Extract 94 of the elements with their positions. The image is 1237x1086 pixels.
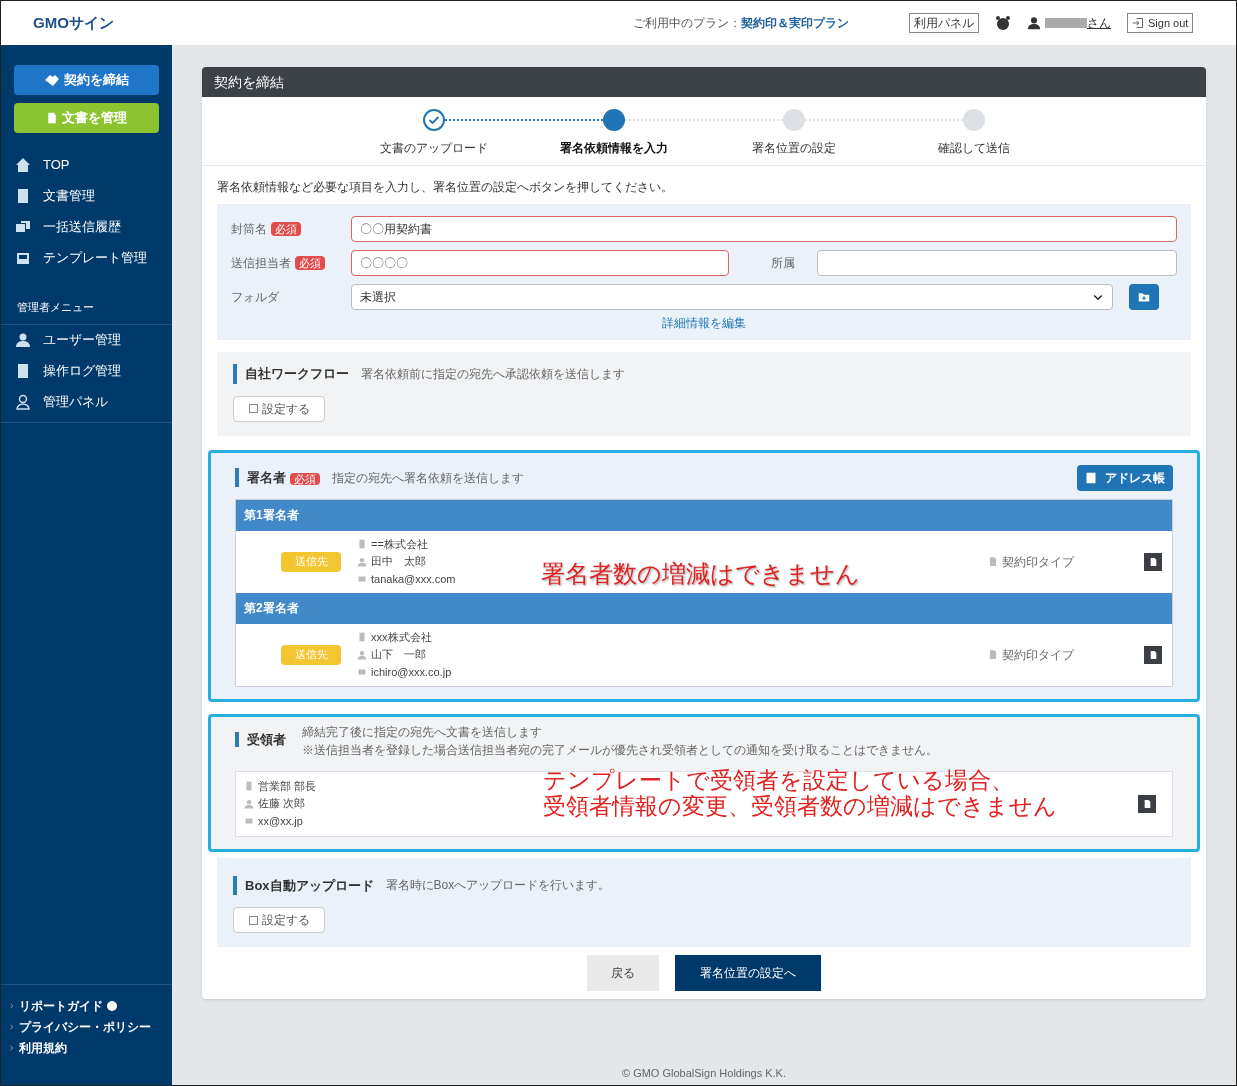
person-icon: [244, 798, 254, 809]
admin-menu-heading: 管理者メニュー: [1, 299, 172, 325]
document-icon: [46, 110, 58, 126]
section-title: Box自動アップロード: [233, 875, 374, 895]
chevron-right-icon: [9, 1023, 15, 1031]
next-button[interactable]: 署名位置の設定へ: [675, 955, 821, 991]
folder-plus-icon: [1136, 291, 1152, 303]
annotation-text: テンプレートで受領者を設定している場合、: [543, 766, 1015, 793]
user-name-redacted: [1045, 18, 1087, 28]
section-title: 受領者: [235, 731, 286, 747]
panel-button[interactable]: 利用パネル: [909, 13, 979, 33]
back-button[interactable]: 戻る: [587, 955, 659, 991]
sender-field[interactable]: 〇〇〇〇: [351, 250, 729, 276]
folder-select[interactable]: 未選択: [351, 284, 1113, 310]
document-icon: [988, 649, 998, 660]
sidebar-item[interactable]: 文書管理: [1, 180, 172, 211]
sidebar-item[interactable]: 一括送信履歴: [1, 211, 172, 242]
sign-out-icon: [1132, 17, 1144, 29]
company-name: xxx株式会社: [371, 629, 432, 645]
card-title: 契約を締結: [202, 67, 1206, 97]
field-label: フォルダ: [231, 289, 280, 306]
person-icon: [357, 649, 367, 660]
document-icon: [15, 187, 31, 204]
envelope-name-field[interactable]: 〇〇用契約書: [351, 216, 1177, 242]
footer-link[interactable]: プライバシー・ポリシー: [19, 1018, 151, 1036]
person-name: 田中 太郎: [371, 554, 426, 570]
section-description: 署名依頼前に指定の宛先へ承認依頼を送信します: [361, 365, 625, 383]
copyright-text: © GMO GlobalSign Holdings K.K.: [622, 1065, 786, 1081]
section-description: 指定の宛先へ署名依頼を送信します: [332, 469, 524, 487]
document-button[interactable]: [1144, 645, 1162, 664]
recipient-tag: 送信先: [281, 644, 341, 665]
section-title: 自社ワークフロー: [233, 364, 349, 384]
footer-link[interactable]: リポートガイド: [19, 997, 117, 1015]
step-label: 確認して送信: [938, 140, 1010, 157]
chevron-right-icon: [9, 1044, 15, 1052]
annotation-text: 署名者数の増減はできません: [541, 558, 860, 589]
instruction-text: 署名依頼情報など必要な項目を入力し、署名位置の設定へボタンを押してください。: [217, 179, 674, 196]
step-label: 署名依頼情報を入力: [560, 140, 668, 157]
field-label: 封筒名: [231, 221, 267, 238]
edit-details-link[interactable]: 詳細情報を編集: [662, 314, 746, 332]
step-label: 文書のアップロード: [380, 140, 488, 157]
seal-type-label: 契約印タイプ: [1002, 646, 1074, 664]
signer-heading: 第1署名者: [236, 499, 1172, 531]
person-name: 山下 一郎: [371, 647, 426, 663]
setting-toggle-button[interactable]: 設定する: [233, 395, 325, 422]
chevron-right-icon: [9, 1002, 15, 1010]
check-icon: [428, 114, 440, 126]
contract-button[interactable]: 契約を締結: [14, 65, 159, 95]
document-icon: [15, 363, 31, 379]
email-address: xx@xx.jp: [258, 813, 303, 829]
user-outline-icon: [15, 394, 31, 410]
person-name: 佐藤 次郎: [258, 796, 306, 812]
company-name: ==株式会社: [371, 536, 428, 552]
plan-info: ご利用中のプラン：契約印＆実印プラン: [633, 15, 849, 32]
annotation-text: 受領者情報の変更、受領者数の増減はできません: [543, 792, 1057, 820]
recipient-tag: 送信先: [281, 551, 341, 572]
sidebar-item[interactable]: 操作ログ管理: [1, 355, 172, 387]
required-badge: 必須: [290, 472, 320, 485]
add-folder-button[interactable]: [1129, 284, 1159, 310]
signer-heading: 第2署名者: [236, 592, 1172, 624]
email-address: tanaka@xxx.com: [371, 571, 456, 587]
home-icon: [15, 156, 31, 173]
section-note: ※送信担当者を登録した場合送信担当者宛の完了メールが優先され受領者としての通知を受け取ることはできません。: [302, 741, 938, 759]
document-icon: [1148, 649, 1158, 660]
affiliation-field[interactable]: [817, 250, 1177, 276]
sidebar-item[interactable]: 管理パネル: [1, 386, 172, 418]
user-icon: [15, 332, 31, 348]
document-icon: [1142, 798, 1152, 809]
sidebar-item[interactable]: テンプレート管理: [1, 242, 172, 273]
logo[interactable]: GMOサイン: [33, 11, 593, 35]
sign-out-button[interactable]: Sign out: [1127, 13, 1194, 33]
section-title: 署名者: [235, 467, 286, 488]
required-badge: 必須: [295, 256, 325, 270]
setting-toggle-button[interactable]: 設定する: [233, 907, 325, 933]
document-button[interactable]: [1144, 552, 1162, 571]
user-link[interactable]: さん: [1087, 14, 1111, 32]
person-icon: [357, 556, 367, 567]
document-icon: [1148, 556, 1158, 567]
address-book-button[interactable]: アドレス帳: [1077, 464, 1173, 491]
seal-type-label: 契約印タイプ: [1002, 553, 1074, 571]
required-badge: 必須: [271, 222, 301, 236]
section-description: 締結完了後に指定の宛先へ文書を送信します: [302, 723, 543, 741]
footer-link[interactable]: 利用規約: [19, 1039, 67, 1057]
field-label: 送信担当者: [231, 255, 291, 272]
document-icon: [988, 556, 998, 567]
field-label: 所属: [770, 255, 796, 272]
email-address: ichiro@xxx.co.jp: [371, 664, 452, 680]
step-label: 署名位置の設定: [752, 140, 836, 157]
document-button[interactable]: [1138, 794, 1156, 813]
person-icon: [1027, 16, 1041, 30]
section-description: 署名時にBoxへアップロードを行います。: [385, 877, 611, 895]
company-name: 営業部 部長: [258, 778, 317, 794]
sidebar-item[interactable]: TOP: [1, 149, 172, 180]
sidebar-item[interactable]: ユーザー管理: [1, 324, 172, 356]
